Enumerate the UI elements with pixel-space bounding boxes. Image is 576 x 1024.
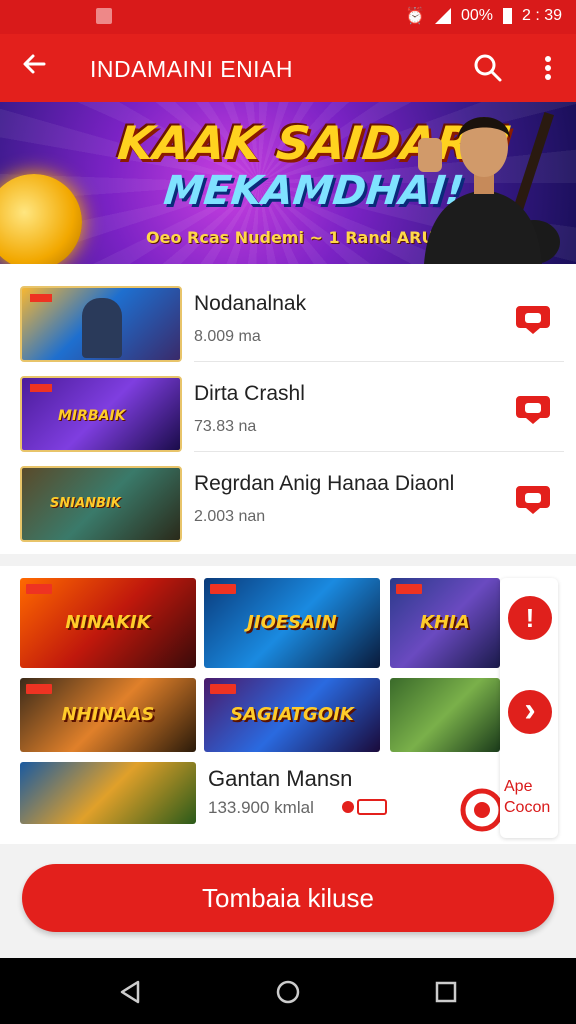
battery-icon: [502, 8, 512, 24]
tile-badge: [26, 584, 52, 594]
game-tile[interactable]: [390, 678, 500, 752]
search-icon[interactable]: [472, 52, 504, 84]
tile-label: SAGIATGOIK: [230, 704, 354, 725]
tag-icon: [342, 799, 387, 815]
featured-meta: 133.900 kmlal: [208, 798, 314, 817]
list-item-meta: 2.003 nan: [194, 508, 266, 525]
chat-bubble-icon[interactable]: [514, 482, 552, 516]
game-thumbnail: MIRBAIK: [20, 376, 182, 452]
next-button[interactable]: ›: [508, 690, 552, 734]
list-item-meta: 8.009 ma: [194, 328, 261, 345]
game-tile[interactable]: JIOESAIN: [204, 578, 380, 668]
game-thumbnail: SNIANBIK: [20, 466, 182, 542]
status-icons: ⏰ 00% 2 : 39: [405, 6, 562, 26]
banner-tagline: Oeo Rcas Nudemi ~ 1 Rand ARUS: [146, 228, 446, 247]
game-tile[interactable]: NHINAAS: [20, 678, 196, 752]
tile-badge: [210, 684, 236, 694]
battery-percent: 00%: [460, 7, 493, 24]
list-item-title: Nodanalnak: [194, 292, 307, 315]
list-item[interactable]: MIRBAIK Dirta Crashl 73.83 na: [20, 354, 564, 452]
side-panel-text[interactable]: Ape Cocon: [504, 776, 564, 818]
back-arrow-icon[interactable]: [20, 50, 48, 86]
tile-label: KHIA: [420, 612, 470, 633]
list-item[interactable]: Nodanalnak 8.009 ma: [20, 264, 564, 362]
tile-badge: [210, 584, 236, 594]
more-vert-icon[interactable]: [538, 52, 558, 84]
list-item-meta: 73.83 na: [194, 418, 257, 435]
tile-label: NINAKIK: [65, 612, 151, 633]
notification-icon: [96, 8, 112, 24]
chat-bubble-icon[interactable]: [514, 302, 552, 336]
list-item[interactable]: SNIANBIK Regrdan Anig Hanaa Diaonl 2.003…: [20, 444, 564, 542]
page-title: INDAMAINI ENIAH: [90, 56, 294, 82]
game-tile[interactable]: KHIA: [390, 578, 500, 668]
featured-title: Gantan Mansn: [208, 766, 353, 791]
brand-logo-icon: [460, 788, 504, 832]
nav-back-icon[interactable]: [116, 978, 144, 1006]
nav-recents-icon[interactable]: [432, 978, 460, 1006]
status-bar: ⏰ 00% 2 : 39: [0, 0, 576, 34]
list-item-title: Dirta Crashl: [194, 382, 305, 405]
tile-badge: [396, 584, 422, 594]
side-text-line2: Cocon: [504, 799, 551, 816]
promo-banner[interactable]: KAAK SAIDARN MEKAMDHAI! Oeo Rcas Nudemi …: [0, 102, 576, 264]
game-list: Nodanalnak 8.009 ma MIRBAIK Dirta Crashl…: [0, 264, 576, 554]
game-thumbnail: [20, 286, 182, 362]
system-nav-bar: [0, 958, 576, 1024]
alarm-icon: ⏰: [405, 8, 425, 25]
side-panel: ! › Ape Cocon: [500, 578, 558, 838]
banner-person-image: [418, 111, 560, 264]
signal-icon: [434, 8, 451, 24]
clock: 2 : 39: [521, 7, 562, 24]
nav-home-icon[interactable]: [274, 978, 302, 1006]
primary-action-button[interactable]: Tombaia kiluse: [22, 864, 554, 932]
app-bar: INDAMAINI ENIAH: [0, 34, 576, 102]
game-tile[interactable]: NINAKIK: [20, 578, 196, 668]
alert-button[interactable]: !: [508, 596, 552, 640]
game-tile[interactable]: [20, 762, 196, 824]
list-item-title: Regrdan Anig Hanaa Diaonl: [194, 472, 455, 495]
chat-bubble-icon[interactable]: [514, 392, 552, 426]
game-tile[interactable]: SAGIATGOIK: [204, 678, 380, 752]
tile-label: NHINAAS: [61, 704, 155, 725]
tile-label: JIOESAIN: [247, 612, 337, 633]
tile-badge: [26, 684, 52, 694]
side-text-line1: Ape: [504, 778, 533, 795]
